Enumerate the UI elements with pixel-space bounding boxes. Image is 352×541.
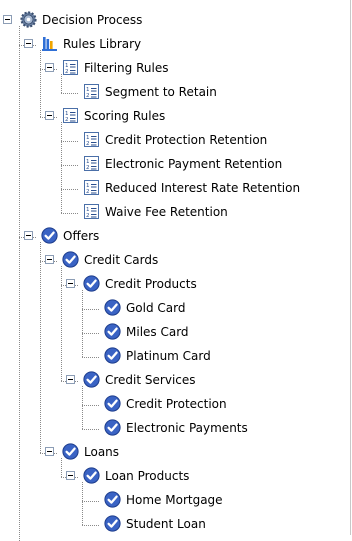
tree-node-label: Offers xyxy=(63,229,100,243)
tree-node[interactable]: Decision Process xyxy=(0,9,352,33)
svg-text:2: 2 xyxy=(86,141,90,147)
tree-node-label: Miles Card xyxy=(126,325,189,339)
collapse-toggle-icon[interactable] xyxy=(66,375,75,384)
tree-node[interactable]: Rules Library xyxy=(0,33,352,57)
decision-process-tree: Decision Process Rules Library 1 2 Filtering… xyxy=(0,0,352,541)
tree-node-label: Student Loan xyxy=(126,517,206,531)
rule-list-icon: 12 xyxy=(83,83,100,100)
tree-node-label: Loans xyxy=(84,445,120,459)
tree-node[interactable]: Credit Cards xyxy=(0,249,352,273)
tree-node[interactable]: 1 2 Waive Fee Retention xyxy=(0,201,352,225)
tree-node-label: Home Mortgage xyxy=(126,493,223,507)
tree-node[interactable]: Credit Protection xyxy=(0,393,352,417)
tree-node[interactable]: Electronic Payments xyxy=(0,417,352,441)
tree-node[interactable]: 1 2 Electronic Payment Retention xyxy=(0,153,352,177)
tree-node-label: Waive Fee Retention xyxy=(105,205,228,219)
tree-node[interactable]: Platinum Card xyxy=(0,345,352,369)
tree-node-label: Platinum Card xyxy=(126,349,211,363)
collapse-toggle-icon[interactable] xyxy=(66,471,75,480)
tree-node[interactable]: Gold Card xyxy=(0,297,352,321)
collapse-toggle-icon[interactable] xyxy=(24,39,33,48)
tree-node[interactable]: Offers xyxy=(0,225,352,249)
rule-list-icon: 12 xyxy=(83,155,100,172)
tree-node-label: Rules Library xyxy=(63,37,142,51)
tree-node-label: Gold Card xyxy=(126,301,186,315)
svg-text:2: 2 xyxy=(86,213,90,219)
offer-check-icon xyxy=(83,275,100,292)
tree-node[interactable]: Loan Products xyxy=(0,465,352,489)
tree-node[interactable]: Credit Services xyxy=(0,369,352,393)
gear-icon xyxy=(20,11,37,28)
tree-node[interactable]: 1 2 Filtering Rules xyxy=(0,57,352,81)
rule-list-icon: 12 xyxy=(62,107,79,124)
tree-node-label: Credit Services xyxy=(105,373,196,387)
svg-text:2: 2 xyxy=(65,69,69,75)
tree-node[interactable]: 1 2 Scoring Rules xyxy=(0,105,352,129)
tree-node-label: Decision Process xyxy=(42,13,143,27)
offer-check-icon xyxy=(104,515,121,532)
tree-panel: Decision Process Rules Library 1 2 Filtering… xyxy=(0,0,352,541)
svg-text:2: 2 xyxy=(86,189,90,195)
rules-library-icon xyxy=(41,35,58,52)
collapse-toggle-icon[interactable] xyxy=(45,111,54,120)
collapse-toggle-icon[interactable] xyxy=(45,447,54,456)
tree-node[interactable]: Credit Products xyxy=(0,273,352,297)
tree-node-label: Filtering Rules xyxy=(84,61,169,75)
tree-node-label: Credit Products xyxy=(105,277,197,291)
tree-node-label: Reduced Interest Rate Retention xyxy=(105,181,301,195)
offer-check-icon xyxy=(104,395,121,412)
rule-list-icon: 12 xyxy=(83,203,100,220)
tree-node-label: Credit Protection xyxy=(126,397,227,411)
tree-node[interactable]: Home Mortgage xyxy=(0,489,352,513)
tree-node[interactable]: Student Loan xyxy=(0,513,352,537)
collapse-toggle-icon[interactable] xyxy=(45,63,54,72)
tree-node-label: Credit Protection Retention xyxy=(105,133,268,147)
tree-node-label: Loan Products xyxy=(105,469,190,483)
tree-node-label: Credit Cards xyxy=(84,253,159,267)
offer-check-icon xyxy=(83,371,100,388)
offer-check-icon xyxy=(104,299,121,316)
tree-node-label: Scoring Rules xyxy=(84,109,166,123)
rule-list-icon: 12 xyxy=(62,59,79,76)
tree-node[interactable]: Miles Card xyxy=(0,321,352,345)
offer-check-icon xyxy=(104,419,121,436)
offer-check-icon xyxy=(104,347,121,364)
collapse-toggle-icon[interactable] xyxy=(3,15,12,24)
offer-check-icon xyxy=(62,251,79,268)
collapse-toggle-icon[interactable] xyxy=(66,279,75,288)
tree-node[interactable]: 1 2 Segment to Retain xyxy=(0,81,352,105)
offer-check-icon xyxy=(104,323,121,340)
offer-check-icon xyxy=(62,443,79,460)
offer-check-icon xyxy=(41,227,58,244)
offer-check-icon xyxy=(104,491,121,508)
svg-text:2: 2 xyxy=(86,93,90,99)
collapse-toggle-icon[interactable] xyxy=(45,255,54,264)
tree-node[interactable]: 1 2 Credit Protection Retention xyxy=(0,129,352,153)
offer-check-icon xyxy=(83,467,100,484)
tree-node[interactable]: Loans xyxy=(0,441,352,465)
tree-node-label: Segment to Retain xyxy=(105,85,217,99)
rule-list-icon: 12 xyxy=(83,179,100,196)
svg-text:2: 2 xyxy=(65,117,69,123)
rule-list-icon: 12 xyxy=(83,131,100,148)
collapse-toggle-icon[interactable] xyxy=(24,231,33,240)
tree-node-label: Electronic Payment Retention xyxy=(105,157,283,171)
tree-node[interactable]: 1 2 Reduced Interest Rate Retention xyxy=(0,177,352,201)
svg-text:2: 2 xyxy=(86,165,90,171)
tree-node-label: Electronic Payments xyxy=(126,421,248,435)
